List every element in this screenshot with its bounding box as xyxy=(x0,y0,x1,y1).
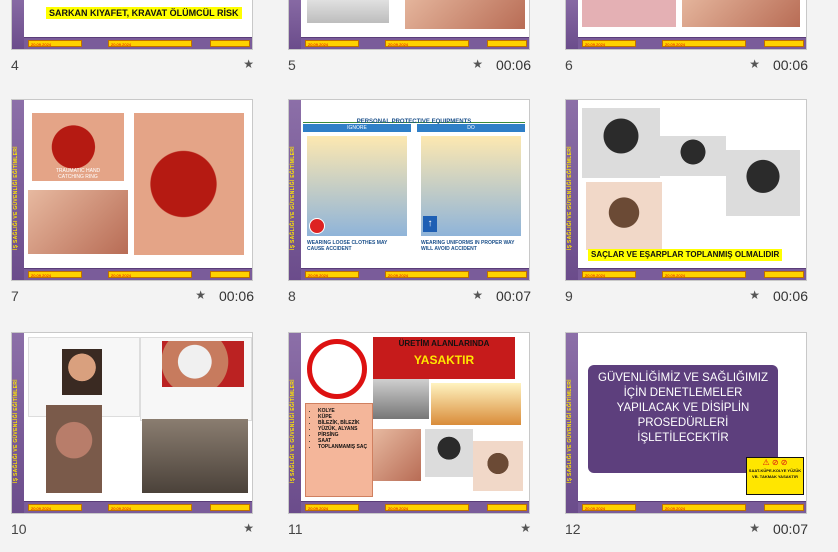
slide-number: 5 xyxy=(288,57,296,73)
slide-duration: 00:06 xyxy=(218,288,254,304)
star-icon[interactable]: ★ xyxy=(749,288,760,302)
slide-9-caption: SAÇLAR VE EŞARPLAR TOPLANMIŞ OLMALIDIR xyxy=(588,249,783,261)
slide-8-bad-caption: WEARING LOOSE CLOTHES MAY CAUSE ACCIDENT xyxy=(307,240,388,252)
slide-thumbnail-10[interactable]: İŞ SAĞLIĞI VE GÜVENLİĞİ EĞİTİMLERİ 20.09… xyxy=(11,332,254,542)
slide-8-image[interactable]: İŞ SAĞLIĞI VE GÜVENLİĞİ EĞİTİMLERİ PERSO… xyxy=(288,99,530,281)
slide-thumbnail-11[interactable]: İŞ SAĞLIĞI VE GÜVENLİĞİ EĞİTİMLERİ ÜRETİ… xyxy=(288,332,531,542)
slide-6-image[interactable]: 20.09.2024 20.09.2024 xyxy=(565,0,807,50)
slide-4-image[interactable]: SARKAN KIYAFET, KRAVAT ÖLÜMCÜL RİSK 20.0… xyxy=(11,0,253,50)
no-entry-icon xyxy=(309,218,325,234)
slide-7-image[interactable]: İŞ SAĞLIĞI VE GÜVENLİĞİ EĞİTİMLERİ TRAUM… xyxy=(11,99,253,281)
slide-7-caption: TRAUMATIC HAND CATCHING RING xyxy=(55,168,101,180)
star-icon[interactable]: ★ xyxy=(749,57,760,71)
slide-thumbnail-5[interactable]: 20.09.2024 20.09.2024 5 ★ 00:06 xyxy=(288,0,531,78)
slide-11-banned: YASAKTIR xyxy=(413,353,475,367)
no-jewelry-icon xyxy=(307,339,367,399)
slide-thumbnail-4[interactable]: SARKAN KIYAFET, KRAVAT ÖLÜMCÜL RİSK 20.0… xyxy=(11,0,254,78)
slide-number: 12 xyxy=(565,521,581,537)
slide-11-image[interactable]: İŞ SAĞLIĞI VE GÜVENLİĞİ EĞİTİMLERİ ÜRETİ… xyxy=(288,332,530,514)
star-icon[interactable]: ★ xyxy=(243,57,254,71)
slide-12-image[interactable]: İŞ SAĞLIĞI VE GÜVENLİĞİ EĞİTİMLERİ GÜVEN… xyxy=(565,332,807,514)
slide-thumbnail-8[interactable]: İŞ SAĞLIĞI VE GÜVENLİĞİ EĞİTİMLERİ PERSO… xyxy=(288,99,531,309)
slide-duration: 00:07 xyxy=(772,521,808,537)
star-icon[interactable]: ★ xyxy=(520,521,531,535)
slide-5-image[interactable]: 20.09.2024 20.09.2024 xyxy=(288,0,530,50)
slide-9-image[interactable]: İŞ SAĞLIĞI VE GÜVENLİĞİ EĞİTİMLERİ SAÇLA… xyxy=(565,99,807,281)
arrow-up-icon: ↑ xyxy=(423,216,437,232)
slide-number: 8 xyxy=(288,288,296,304)
star-icon[interactable]: ★ xyxy=(195,288,206,302)
slide-10-image[interactable]: İŞ SAĞLIĞI VE GÜVENLİĞİ EĞİTİMLERİ 20.09… xyxy=(11,332,253,514)
slide-number: 7 xyxy=(11,288,19,304)
slide-number: 9 xyxy=(565,288,573,304)
star-icon[interactable]: ★ xyxy=(472,57,483,71)
slide-duration: 00:06 xyxy=(495,57,531,73)
slide-thumbnail-6[interactable]: 20.09.2024 20.09.2024 6 ★ 00:06 xyxy=(565,0,808,78)
slide-8-good-caption: WEARING UNIFORMS IN PROPER WAY WILL AVOI… xyxy=(421,240,515,252)
slide-number: 4 xyxy=(11,57,19,73)
slide-thumbnail-7[interactable]: İŞ SAĞLIĞI VE GÜVENLİĞİ EĞİTİMLERİ TRAUM… xyxy=(11,99,254,309)
slide-duration: 00:06 xyxy=(772,288,808,304)
slide-12-text: GÜVENLİĞİMİZ VE SAĞLIĞIMIZ İÇİN DENETLEM… xyxy=(598,372,768,444)
slide-12-sign: ⚠ ⊘ ⊘ SAAT-KÜPE-KOLYE YÜZÜK VB. TAKMAK Y… xyxy=(746,457,804,495)
slide-number: 10 xyxy=(11,521,27,537)
slide-thumbnail-9[interactable]: İŞ SAĞLIĞI VE GÜVENLİĞİ EĞİTİMLERİ SAÇLA… xyxy=(565,99,808,309)
slide-11-header: ÜRETİM ALANLARINDA xyxy=(398,339,490,348)
slide-number: 11 xyxy=(288,521,303,537)
slide-number: 6 xyxy=(565,57,573,73)
slide-duration: 00:06 xyxy=(772,57,808,73)
star-icon[interactable]: ★ xyxy=(472,288,483,302)
slide-4-title: SARKAN KIYAFET, KRAVAT ÖLÜMCÜL RİSK xyxy=(46,7,242,19)
star-icon[interactable]: ★ xyxy=(749,521,760,535)
warning-icon: ⚠ ⊘ ⊘ xyxy=(762,458,788,467)
star-icon[interactable]: ★ xyxy=(243,521,254,535)
slide-duration: 00:07 xyxy=(495,288,531,304)
slide-thumbnail-12[interactable]: İŞ SAĞLIĞI VE GÜVENLİĞİ EĞİTİMLERİ GÜVEN… xyxy=(565,332,808,542)
